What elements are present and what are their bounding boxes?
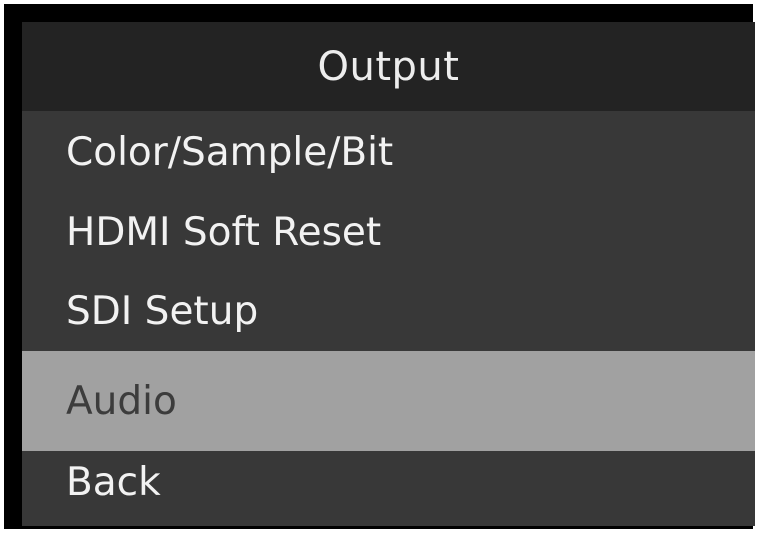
menu-item-label: Audio bbox=[66, 378, 177, 424]
menu-item-color-sample-bit[interactable]: Color/Sample/Bit bbox=[22, 112, 755, 192]
menu-item-back[interactable]: Back bbox=[22, 451, 755, 526]
menu-item-label: Color/Sample/Bit bbox=[66, 129, 394, 175]
menu-item-label: SDI Setup bbox=[66, 289, 259, 334]
menu-item-audio[interactable]: Audio bbox=[22, 351, 755, 451]
menu-item-label: HDMI Soft Reset bbox=[66, 209, 382, 255]
osd-menu-panel: Output Color/Sample/Bit HDMI Soft Reset … bbox=[22, 22, 755, 526]
menu-item-hdmi-soft-reset[interactable]: HDMI Soft Reset bbox=[22, 192, 755, 272]
device-screen-frame: Output Color/Sample/Bit HDMI Soft Reset … bbox=[4, 4, 755, 529]
menu-item-label: Back bbox=[66, 460, 161, 505]
menu-title: Output bbox=[317, 43, 460, 90]
menu-item-sdi-setup[interactable]: SDI Setup bbox=[22, 272, 755, 351]
menu-header: Output bbox=[22, 22, 755, 111]
